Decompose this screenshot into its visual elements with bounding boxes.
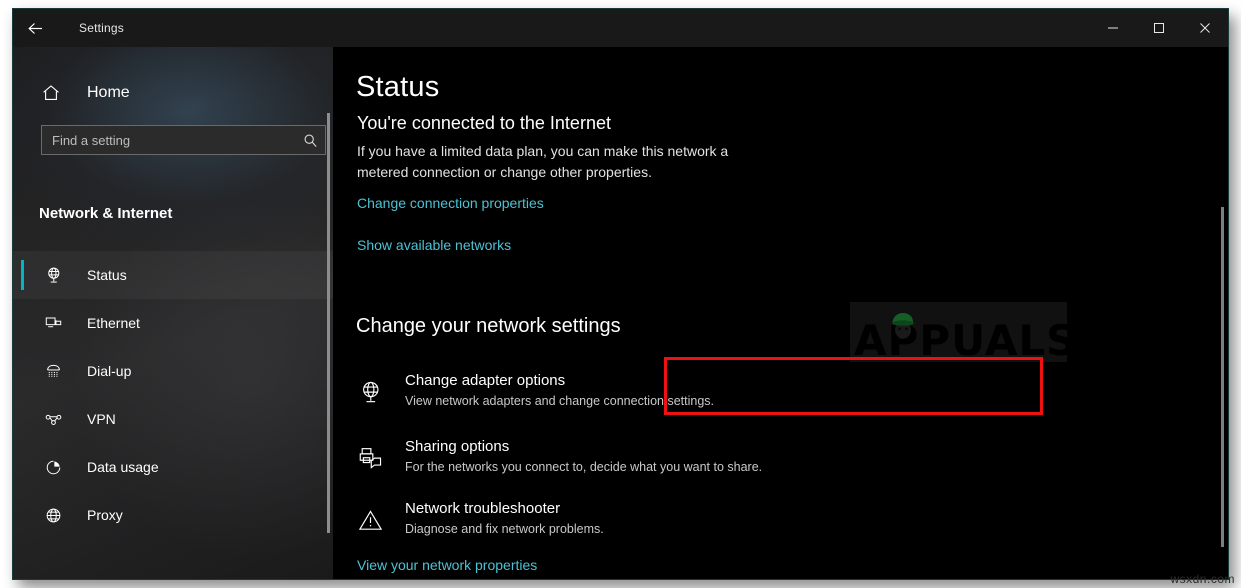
setting-row-change-adapter-options[interactable]: Change adapter options View network adap…: [357, 371, 917, 423]
page-title: Status: [356, 71, 440, 103]
setting-row-network-troubleshooter[interactable]: Network troubleshooter Diagnose and fix …: [357, 499, 917, 551]
sidebar-item-label: Proxy: [87, 507, 123, 523]
link-view-network-properties[interactable]: View your network properties: [357, 557, 537, 573]
sidebar-item-label: Ethernet: [87, 315, 140, 331]
screenshot-root: Settings Home Find a setting Network & I…: [0, 0, 1241, 588]
content-scrollbar[interactable]: [1221, 207, 1224, 577]
setting-description: Diagnose and fix network problems.: [405, 522, 604, 536]
sidebar-scrollbar[interactable]: [327, 113, 330, 571]
setting-row-sharing-options[interactable]: Sharing options For the networks you con…: [357, 437, 917, 489]
settings-window: Settings Home Find a setting Network & I…: [12, 8, 1229, 580]
content-scrollbar-thumb[interactable]: [1221, 207, 1224, 547]
close-icon[interactable]: [1182, 9, 1228, 47]
connection-status-heading: You're connected to the Internet: [357, 113, 611, 133]
appuals-watermark: APPUALS: [850, 302, 1076, 365]
sidebar-category-title: Network & Internet: [39, 205, 173, 222]
sidebar-scrollbar-thumb[interactable]: [327, 113, 330, 533]
link-change-connection-properties[interactable]: Change connection properties: [357, 195, 544, 211]
globe-icon: [41, 503, 65, 527]
pie-chart-icon: [41, 455, 65, 479]
sidebar-item-label: VPN: [87, 411, 116, 427]
sidebar-item-data-usage[interactable]: Data usage: [13, 443, 333, 491]
dialup-phone-icon: [41, 359, 65, 383]
sidebar-item-label: Dial-up: [87, 363, 132, 379]
link-show-available-networks[interactable]: Show available networks: [357, 237, 511, 253]
setting-description: For the networks you connect to, decide …: [405, 460, 763, 474]
setting-text: Sharing options For the networks you con…: [405, 437, 762, 477]
setting-text: Change adapter options View network adap…: [405, 371, 714, 411]
sidebar-item-ethernet[interactable]: Ethernet: [13, 299, 333, 347]
search-input[interactable]: [42, 132, 295, 148]
sidebar-nav: Status Ethernet Dial-up VPN Data usage P…: [13, 251, 333, 539]
share-printer-icon: [357, 441, 391, 475]
watermark-background: [850, 302, 1067, 362]
home-icon: [41, 83, 67, 103]
selection-indicator: [21, 260, 24, 290]
sidebar-item-proxy[interactable]: Proxy: [13, 491, 333, 539]
window-title: Settings: [79, 21, 124, 35]
sidebar-home-label: Home: [87, 84, 130, 101]
setting-title: Change adapter options: [405, 372, 566, 389]
watermark-mascot-icon: [892, 312, 914, 339]
title-bar-left: Settings: [13, 9, 124, 47]
sidebar-item-home[interactable]: Home: [13, 73, 333, 113]
sidebar-item-label: Status: [87, 267, 127, 283]
window-controls: [1090, 9, 1228, 47]
title-bar: Settings: [13, 9, 1228, 47]
sidebar-item-status[interactable]: Status: [13, 251, 333, 299]
setting-text: Network troubleshooter Diagnose and fix …: [405, 499, 604, 539]
sidebar-item-vpn[interactable]: VPN: [13, 395, 333, 443]
globe-monitor-icon: [357, 375, 391, 409]
setting-title: Network troubleshooter: [405, 500, 561, 517]
main-content: Status You're connected to the Internet …: [333, 47, 1228, 579]
maximize-icon[interactable]: [1136, 9, 1182, 47]
warning-triangle-icon: [357, 503, 391, 537]
ethernet-icon: [41, 311, 65, 335]
connection-status-description: If you have a limited data plan, you can…: [357, 143, 729, 180]
setting-description: View network adapters and change connect…: [405, 394, 714, 408]
sidebar: Home Network & Internet: [13, 47, 333, 579]
setting-title: Sharing options: [405, 438, 510, 455]
watermark-text: APPUALS: [854, 316, 1078, 365]
vpn-icon: [41, 407, 65, 431]
search-icon[interactable]: [295, 133, 325, 148]
subsection-title: Change your network settings: [356, 315, 621, 337]
sidebar-item-label: Data usage: [87, 459, 159, 475]
search-box[interactable]: [41, 125, 326, 155]
sidebar-item-dialup[interactable]: Dial-up: [13, 347, 333, 395]
globe-monitor-icon: [41, 263, 65, 287]
minimize-icon[interactable]: [1090, 9, 1136, 47]
back-arrow-icon[interactable]: [13, 9, 57, 47]
